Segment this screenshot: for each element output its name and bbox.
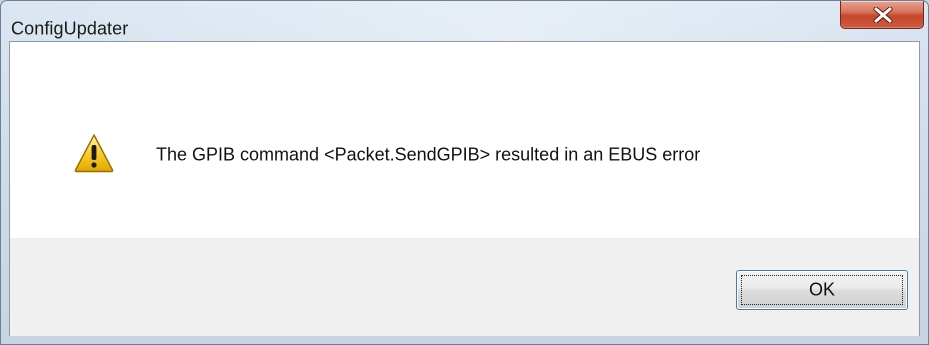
dialog-client-area: The GPIB command <Packet.SendGPIB> resul… [9, 41, 920, 336]
message-dialog-window: ConfigUpdater The GPIB command <Packet.S… [0, 0, 929, 345]
button-bar: OK [10, 238, 919, 336]
window-title: ConfigUpdater [11, 18, 129, 39]
close-button[interactable] [840, 1, 924, 29]
close-icon [873, 7, 893, 23]
message-text: The GPIB command <Packet.SendGPIB> resul… [156, 144, 701, 165]
ok-button-label: OK [808, 279, 835, 300]
title-bar[interactable]: ConfigUpdater [1, 1, 928, 41]
ok-button[interactable]: OK [736, 270, 908, 310]
warning-icon [74, 134, 114, 173]
message-area: The GPIB command <Packet.SendGPIB> resul… [10, 42, 919, 238]
